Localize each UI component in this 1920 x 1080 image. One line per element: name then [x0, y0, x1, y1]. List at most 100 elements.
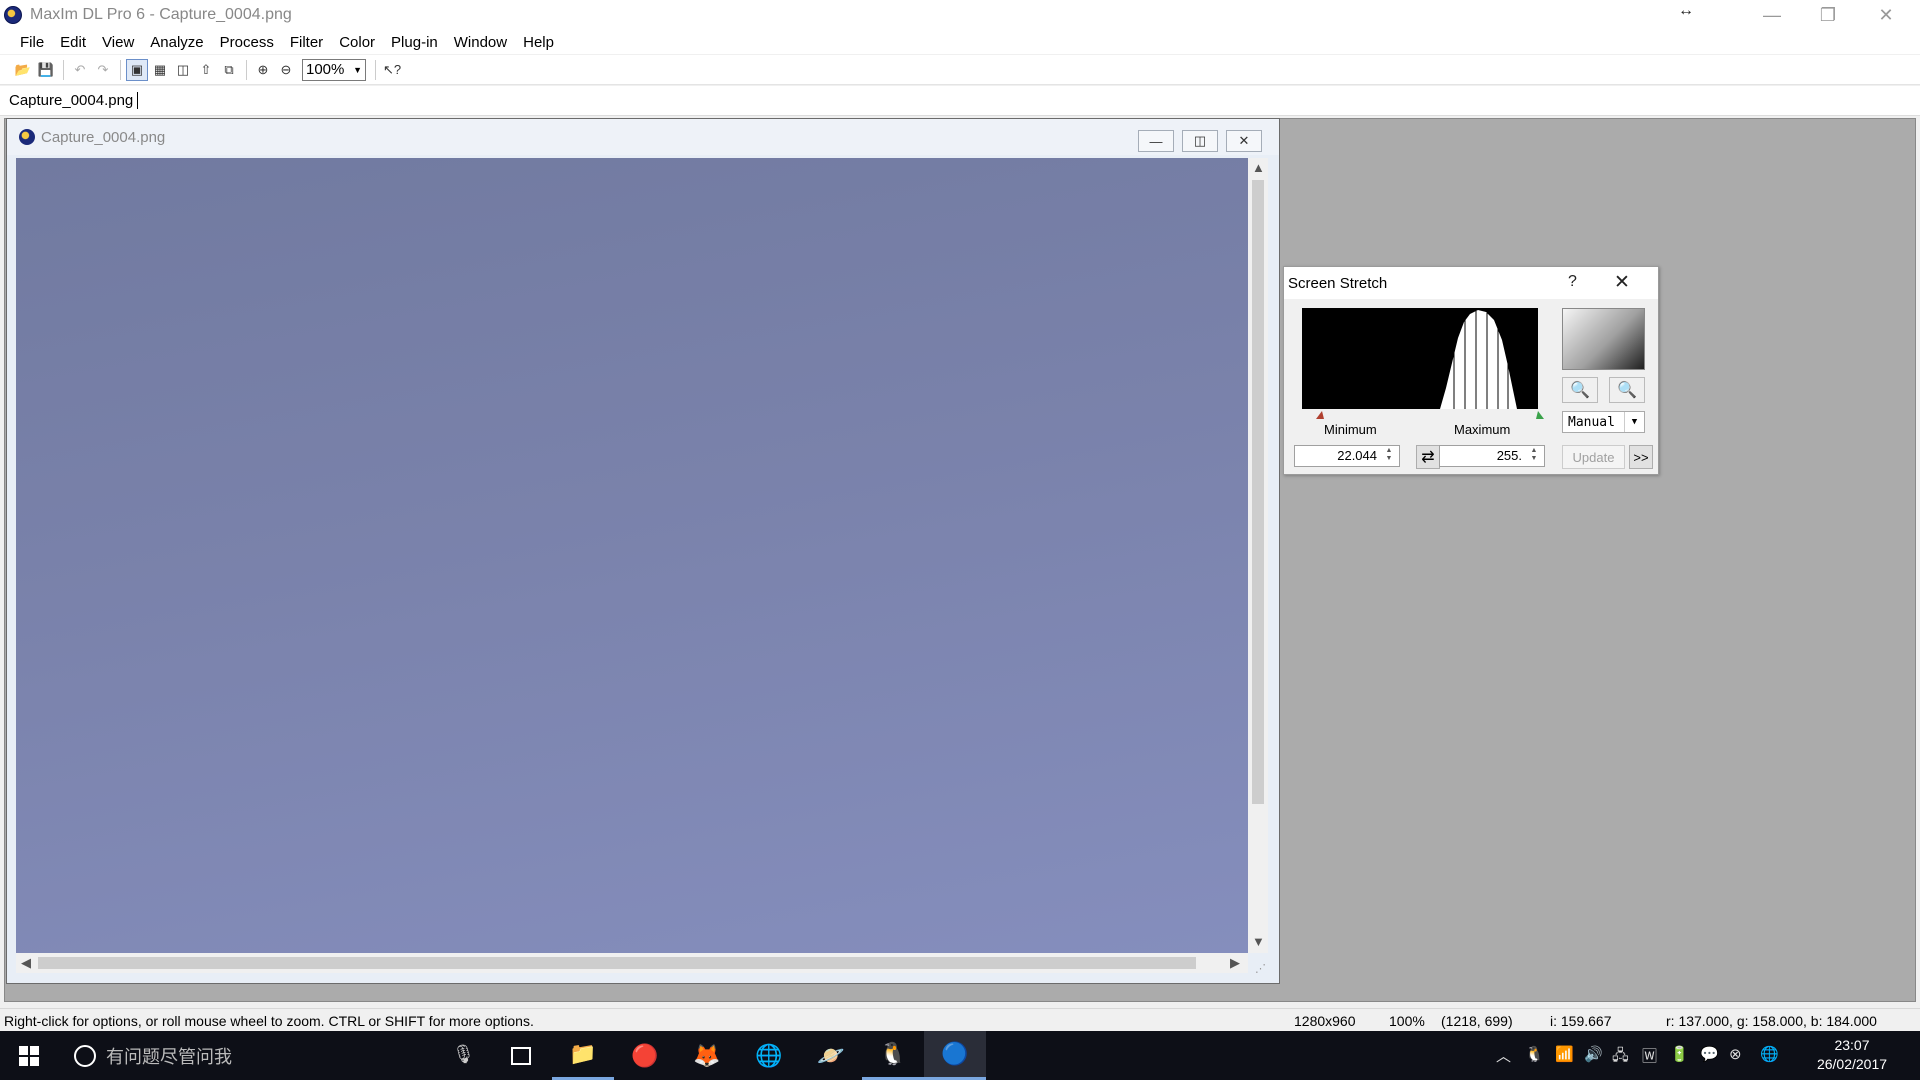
pin-icon[interactable]: ⇧ [195, 59, 217, 81]
scroll-right-icon[interactable]: ▶ [1230, 955, 1240, 971]
planet-app-icon[interactable]: 🪐 [800, 1031, 862, 1080]
close-icon[interactable]: ✕ [1614, 271, 1630, 294]
image-window-title: Capture_0004.png [41, 128, 166, 146]
image-canvas[interactable] [16, 158, 1248, 953]
horizontal-scroll-thumb[interactable] [38, 957, 1196, 969]
microphone-icon[interactable]: 🎙 [452, 1044, 475, 1065]
chrome-icon[interactable]: 🌐 [738, 1031, 800, 1080]
zoom-level: 100% [1389, 1013, 1425, 1029]
network-icon[interactable]: 🖧 [1612, 1045, 1629, 1070]
image-view-icon[interactable]: ▣ [126, 58, 148, 81]
scroll-left-icon[interactable]: ◀ [21, 955, 31, 971]
zoom-in-button[interactable]: 🔍 [1562, 377, 1598, 403]
screen-icon[interactable]: ⧉ [218, 59, 240, 81]
scroll-up-icon[interactable]: ▲ [1252, 160, 1265, 175]
maximum-value: 255. [1496, 448, 1522, 463]
menu-filter[interactable]: Filter [290, 34, 323, 51]
menu-help[interactable]: Help [523, 34, 554, 51]
screen-stretch-titlebar[interactable]: Screen Stretch [1284, 267, 1658, 299]
qq-icon[interactable]: 🐧 [862, 1031, 924, 1080]
screen-stretch-title: Screen Stretch [1288, 274, 1388, 292]
battery-icon[interactable]: 🔋 [1670, 1045, 1689, 1063]
horizontal-scrollbar[interactable]: ◀ ▶ [16, 953, 1248, 973]
zoom-out-button[interactable]: 🔍 [1609, 377, 1645, 403]
child-close-button[interactable]: ✕ [1226, 130, 1262, 152]
menu-edit[interactable]: Edit [60, 34, 86, 51]
resize-grip-icon[interactable]: ⋰ [1255, 962, 1266, 975]
app-logo-icon [4, 6, 22, 24]
histogram[interactable] [1302, 308, 1538, 409]
toolbar-separator [246, 59, 247, 80]
taskbar-search[interactable]: 有问题尽管问我 [66, 1031, 486, 1080]
image-window: Capture_0004.png — ◫ ✕ ▲ ▼ ◀ ▶ ⋰ [6, 118, 1280, 984]
menu-window[interactable]: Window [454, 34, 507, 51]
file-explorer-icon[interactable]: 📁 [552, 1031, 614, 1080]
zoom-value: 100% [306, 61, 345, 78]
gallery-icon[interactable]: ▦ [149, 59, 171, 81]
windows-logo-icon [19, 1045, 39, 1066]
pixel-rgb: r: 137.000, g: 158.000, b: 184.000 [1666, 1013, 1877, 1029]
zoom-out-icon[interactable]: ⊖ [275, 59, 297, 81]
child-minimize-button[interactable]: — [1138, 130, 1174, 152]
menu-view[interactable]: View [102, 34, 134, 51]
tab-capture-0004[interactable]: Capture_0004.png [9, 92, 139, 109]
menu-analyze[interactable]: Analyze [150, 34, 203, 51]
help-button[interactable]: ? [1568, 273, 1577, 291]
tray-expand-icon[interactable]: ︿ [1496, 1045, 1511, 1066]
search-placeholder: 有问题尽管问我 [106, 1046, 232, 1067]
menu-file[interactable]: File [20, 34, 44, 51]
start-button[interactable] [0, 1031, 58, 1080]
task-view-button[interactable] [490, 1031, 552, 1080]
cursor-position: (1218, 699) [1441, 1013, 1513, 1029]
clock-time: 23:07 [1834, 1037, 1870, 1053]
minimum-input[interactable]: 22.044 ▲ ▼ [1294, 445, 1400, 467]
menu-process[interactable]: Process [220, 34, 274, 51]
restore-button[interactable]: ❐ [1800, 0, 1856, 30]
stretch-mode-select[interactable]: Manual ▼ [1562, 411, 1645, 433]
minimum-value: 22.044 [1337, 448, 1377, 463]
blocked-icon[interactable]: ⊗ [1729, 1045, 1742, 1063]
maximum-label: Maximum [1454, 422, 1511, 437]
toolbar: 📂 💾 ↶ ↷ ▣ ▦ ◫ ⇧ ⧉ ⊕ ⊖ 100% ▼ ↖? [0, 55, 1920, 85]
scroll-down-icon[interactable]: ▼ [1252, 934, 1265, 949]
vertical-scrollbar[interactable]: ▲ ▼ [1248, 158, 1268, 953]
window-title: MaxIm DL Pro 6 - Capture_0004.png [30, 6, 292, 23]
help-pointer-icon[interactable]: ↖? [381, 59, 403, 81]
screen-stretch-panel: Screen Stretch ? ✕ Minimum Maximum 22.04… [1283, 266, 1659, 475]
word-icon[interactable]: 🅆 [1642, 1045, 1657, 1066]
min-marker-icon[interactable] [1316, 411, 1324, 419]
maximum-input[interactable]: 255. ▲ ▼ [1439, 445, 1545, 467]
system-clock[interactable]: 23:07 26/02/2017 [1800, 1036, 1904, 1074]
close-button[interactable]: ✕ [1858, 0, 1914, 30]
toolbar-separator [120, 59, 121, 80]
menu-color[interactable]: Color [339, 34, 375, 51]
qq-tray-icon[interactable]: 🐧 [1525, 1045, 1544, 1063]
toolbar-separator [375, 59, 376, 80]
swap-button[interactable]: ⇄ [1416, 445, 1440, 469]
minimize-button[interactable]: — [1744, 0, 1800, 30]
spinner-icon[interactable]: ▲ ▼ [1526, 447, 1542, 465]
firefox-icon[interactable]: 🦊 [676, 1031, 738, 1080]
menu-plugin[interactable]: Plug-in [391, 34, 438, 51]
volume-icon[interactable]: 🔊 [1584, 1045, 1603, 1063]
save-icon[interactable]: 💾 [35, 59, 57, 81]
open-icon[interactable]: 📂 [12, 59, 34, 81]
notification-icon[interactable]: 💬 [1700, 1045, 1719, 1063]
max-marker-icon[interactable] [1536, 411, 1544, 419]
undo-icon[interactable]: ↶ [69, 59, 91, 81]
wifi-icon[interactable]: 📶 [1555, 1045, 1574, 1063]
maxim-dl-icon[interactable]: 🔵 [924, 1031, 986, 1080]
vertical-scroll-thumb[interactable] [1252, 180, 1264, 804]
flip-icon[interactable]: ◫ [172, 59, 194, 81]
expand-button[interactable]: >> [1629, 445, 1653, 469]
zoom-in-icon[interactable]: ⊕ [252, 59, 274, 81]
image-window-titlebar[interactable]: Capture_0004.png — ◫ ✕ [7, 119, 1279, 155]
language-icon[interactable]: 🌐 [1760, 1045, 1779, 1063]
zoom-select[interactable]: 100% ▼ [302, 58, 366, 81]
update-button[interactable]: Update [1562, 445, 1625, 469]
redo-icon[interactable]: ↷ [92, 59, 114, 81]
weibo-icon[interactable]: 🔴 [614, 1031, 676, 1080]
image-dimensions: 1280x960 [1294, 1013, 1356, 1029]
child-restore-button[interactable]: ◫ [1182, 130, 1218, 152]
spinner-icon[interactable]: ▲ ▼ [1381, 447, 1397, 465]
